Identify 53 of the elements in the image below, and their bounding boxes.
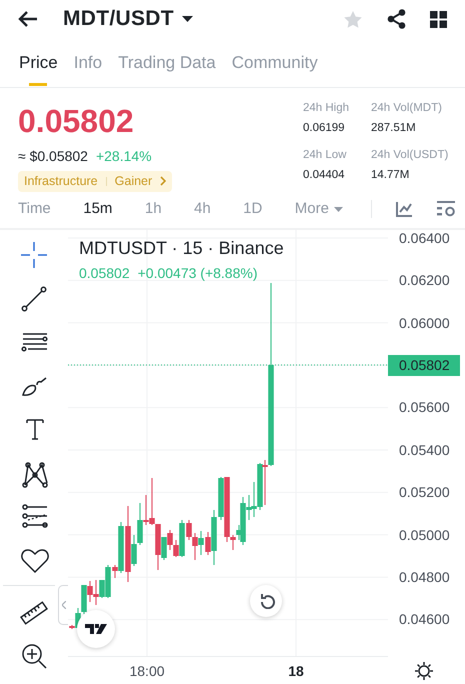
tab[interactable]: Price — [19, 38, 58, 88]
y-axis-label: 0.04600 — [398, 610, 451, 630]
back-icon[interactable] — [18, 9, 39, 29]
y-axis-label: 0.06000 — [398, 314, 451, 333]
fiat-price: ≈ $0.05802 — [18, 147, 88, 166]
stat-label: 24h Low — [303, 148, 348, 162]
stat-value: 14.77M — [371, 168, 410, 183]
x-axis-label: 18:00 — [129, 662, 165, 681]
quote-price: 0.05802 — [79, 264, 130, 283]
price-change: +28.14% — [96, 147, 152, 166]
stat-value: 287.51M — [371, 121, 417, 136]
reset-button[interactable] — [250, 585, 282, 617]
interval-tab[interactable]: Time — [18, 198, 51, 220]
y-axis-label: 0.05400 — [398, 440, 451, 460]
y-axis-label: 0.05000 — [398, 526, 451, 545]
tab[interactable]: Trading Data — [118, 38, 216, 88]
pair-selector[interactable]: MDT/USDT — [63, 3, 193, 35]
stat-label: 24h Vol(USDT) — [371, 148, 450, 162]
share-icon[interactable] — [387, 9, 406, 29]
caret-icon — [182, 16, 193, 22]
interval-tab[interactable]: 1D — [243, 198, 262, 220]
last-price: 0.05802 — [18, 105, 135, 137]
settings-icon[interactable] — [415, 662, 433, 680]
trend-line-icon[interactable] — [19, 284, 49, 314]
caret-icon — [334, 206, 343, 212]
y-axis-label: 0.06200 — [398, 271, 451, 290]
tab[interactable]: Info — [74, 38, 102, 88]
chevron-icon — [160, 176, 166, 186]
chart-line-icon[interactable] — [396, 201, 413, 217]
stat-label: 24h Vol(MDT) — [371, 101, 443, 116]
crosshair-icon[interactable] — [19, 240, 49, 270]
stat-label: 24h High — [303, 101, 350, 116]
interval-tab[interactable]: More — [294, 198, 343, 220]
stat-value: 0.04404 — [303, 168, 346, 183]
quote-change: +0.00473 (+8.88%) — [138, 264, 258, 283]
y-axis-label: 0.05200 — [398, 483, 451, 502]
x-axis-label: 18 — [288, 662, 304, 681]
star-icon[interactable] — [343, 10, 363, 28]
last-price-badge: 0.05802 — [388, 354, 460, 376]
chart-title: MDTUSDT · 15 · Binance — [79, 237, 284, 260]
chevron-icon — [62, 601, 66, 609]
interval-tab[interactable]: 15m — [83, 198, 112, 220]
stat-value: 0.06199 — [303, 121, 346, 136]
interval-tab[interactable]: 1h — [144, 198, 162, 220]
interval-tab[interactable]: 4h — [194, 198, 211, 220]
collapse-handle[interactable] — [58, 585, 68, 625]
grid-icon[interactable] — [430, 10, 447, 28]
tab[interactable]: Community — [232, 38, 318, 88]
y-axis-label: 0.05600 — [398, 398, 451, 418]
tradingview-logo-icon — [85, 624, 107, 634]
tag-chip[interactable]: Infrastructure Gainer — [18, 171, 172, 192]
y-axis-label: 0.06400 — [398, 228, 451, 248]
y-axis-label: 0.04800 — [398, 568, 451, 587]
